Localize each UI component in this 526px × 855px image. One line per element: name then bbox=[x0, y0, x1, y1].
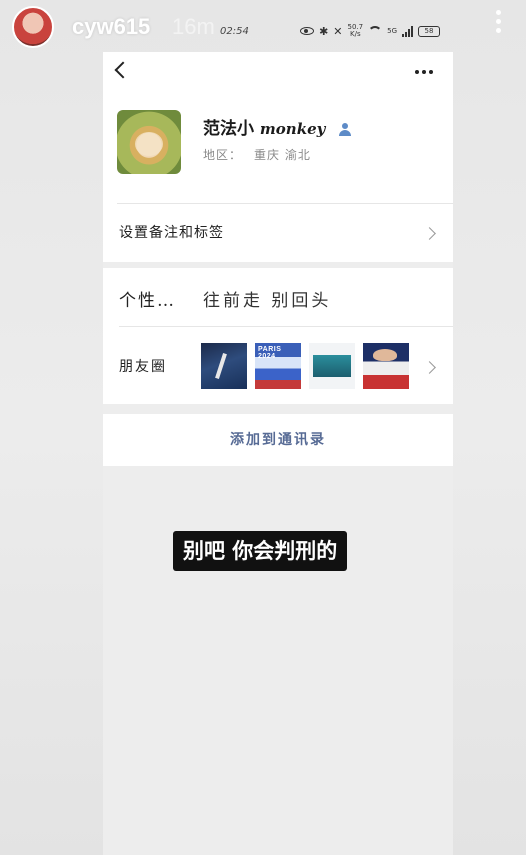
mute-icon: ✕ bbox=[333, 24, 343, 38]
wechat-profile-screen: 范法小 monkey 地区： 重庆 渝北 设置备注和标签 个性… 往前走 别回头 … bbox=[103, 52, 453, 855]
wifi-icon bbox=[368, 26, 383, 36]
moments-thumbnail bbox=[201, 343, 247, 389]
story-username[interactable]: cyw615 bbox=[72, 14, 150, 40]
moments-label: 朋友圈 bbox=[119, 359, 167, 375]
chevron-right-icon bbox=[423, 227, 436, 240]
region: 地区： 重庆 渝北 bbox=[203, 146, 311, 163]
bluetooth-icon: ✱ bbox=[319, 24, 329, 38]
top-bar bbox=[103, 52, 453, 92]
display-name-latin: monkey bbox=[259, 120, 326, 138]
contact-person-icon bbox=[339, 123, 352, 136]
signal-icon bbox=[402, 25, 413, 37]
display-name: 范法小 monkey bbox=[203, 114, 352, 139]
battery-icon: 58 bbox=[418, 25, 440, 37]
more-icon[interactable] bbox=[415, 70, 433, 74]
status-clock: 02:54 bbox=[220, 26, 249, 37]
eye-icon bbox=[300, 27, 315, 35]
thumbnail-text: PARIS 2024 bbox=[258, 346, 282, 360]
story-caption: 别吧 你会判刑的 bbox=[173, 531, 348, 571]
status-icons: ✱ ✕ 50.7 K/s 5G 58 bbox=[300, 24, 440, 38]
back-arrow-icon[interactable] bbox=[114, 61, 132, 79]
add-contact-card: 添加到通讯录 bbox=[103, 414, 453, 466]
story-avatar[interactable] bbox=[12, 6, 54, 48]
phone-status-bar: 02:54 ✱ ✕ 50.7 K/s 5G 58 bbox=[200, 24, 440, 44]
moments-thumbnails: PARIS 2024 bbox=[201, 343, 409, 389]
signature-value: 往前走 别回头 bbox=[203, 291, 332, 311]
remark-and-tags-row[interactable]: 设置备注和标签 bbox=[103, 204, 453, 260]
region-value: 重庆 渝北 bbox=[254, 148, 311, 162]
profile-card: 范法小 monkey 地区： 重庆 渝北 设置备注和标签 bbox=[103, 92, 453, 262]
network-speed-unit: K/s bbox=[350, 30, 361, 38]
add-to-contacts-button[interactable]: 添加到通讯录 bbox=[103, 414, 453, 466]
more-options-icon[interactable] bbox=[492, 10, 504, 40]
network-speed: 50.7 K/s bbox=[348, 24, 364, 38]
remark-and-tags-label: 设置备注和标签 bbox=[119, 225, 224, 241]
signature-label: 个性… bbox=[119, 291, 176, 311]
region-label: 地区： bbox=[203, 148, 243, 162]
network-type: 5G bbox=[387, 26, 397, 35]
moments-thumbnail bbox=[363, 343, 409, 389]
info-card: 个性… 往前走 别回头 朋友圈 PARIS 2024 bbox=[103, 268, 453, 404]
divider bbox=[119, 326, 453, 327]
display-name-cjk: 范法小 bbox=[203, 119, 254, 139]
moments-thumbnail: PARIS 2024 bbox=[255, 343, 301, 389]
moments-thumbnail bbox=[309, 343, 355, 389]
profile-avatar[interactable] bbox=[117, 110, 181, 174]
chevron-right-icon bbox=[423, 361, 436, 374]
